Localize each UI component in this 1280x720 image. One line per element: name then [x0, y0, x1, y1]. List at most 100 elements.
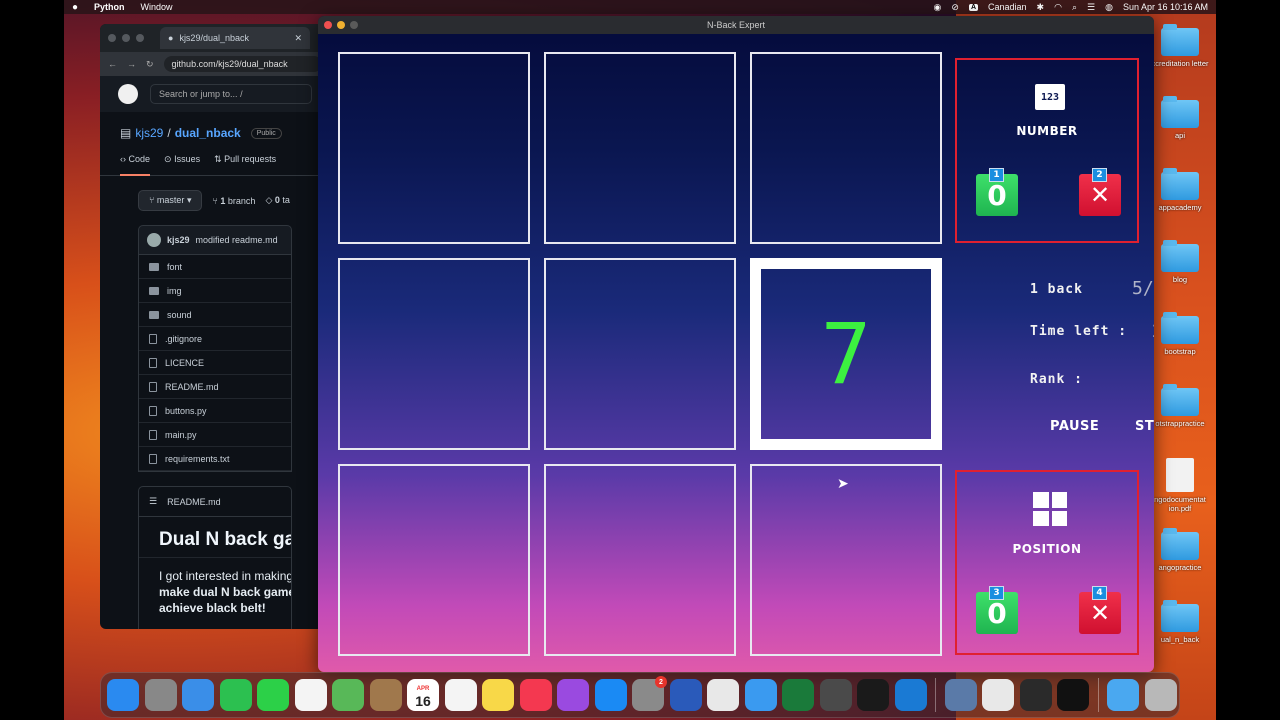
input-source-label[interactable]: Canadian	[988, 2, 1027, 12]
menu-app-name[interactable]: Python	[94, 2, 125, 12]
game-zoom-button[interactable]	[350, 21, 358, 29]
file-name[interactable]: buttons.py	[165, 406, 207, 416]
address-bar[interactable]: github.com/kjs29/dual_nback	[163, 56, 322, 72]
commit-author[interactable]: kjs29	[167, 235, 190, 245]
table-row[interactable]: font	[139, 255, 291, 279]
desktop-item[interactable]: ngodocumentat ion.pdf	[1148, 454, 1212, 526]
file-name[interactable]: main.py	[165, 430, 197, 440]
dock-launchpad-icon[interactable]	[144, 679, 177, 711]
desktop-item[interactable]: appacademy	[1148, 166, 1212, 238]
dock-mail-icon[interactable]	[182, 679, 214, 711]
tags-link[interactable]: ◇ 0 ta	[265, 195, 289, 206]
desktop-item[interactable]: bootstrap	[1148, 310, 1212, 382]
dock-acrobat-icon[interactable]	[982, 679, 1014, 711]
siri-icon[interactable]: ◍	[1105, 2, 1113, 13]
game-minimize-button[interactable]	[337, 21, 345, 29]
number-nomatch-button[interactable]: 2 ✕	[1079, 168, 1121, 216]
file-name[interactable]: .gitignore	[165, 334, 202, 344]
branch-select-button[interactable]: ⑂ master ▾	[138, 190, 203, 211]
control-center-icon[interactable]: ☰	[1087, 2, 1095, 13]
number-match-button[interactable]: 1 0	[976, 168, 1018, 216]
file-name[interactable]: requirements.txt	[165, 454, 230, 464]
table-row[interactable]: requirements.txt	[139, 447, 291, 471]
dock-photos-icon[interactable]	[294, 679, 327, 711]
bluetooth-icon[interactable]: ✱	[1037, 2, 1045, 13]
dock-calculator-icon[interactable]	[819, 679, 852, 711]
desktop-item[interactable]: ccreditation letter	[1148, 22, 1212, 94]
dock-maps-icon[interactable]	[332, 679, 364, 711]
reload-icon[interactable]: ↻	[146, 59, 154, 70]
table-row[interactable]: LICENCE	[139, 351, 291, 375]
dock-trash-icon[interactable]	[1144, 679, 1177, 711]
table-row[interactable]: README.md	[139, 375, 291, 399]
menu-clock[interactable]: Sun Apr 16 10:16 AM	[1123, 2, 1208, 12]
table-row[interactable]: sound	[139, 303, 291, 327]
desktop-item[interactable]: otstrappractice	[1148, 382, 1212, 454]
dock-quicktime-icon[interactable]	[1019, 679, 1052, 711]
tab-pull-requests[interactable]: ⇅ Pull requests	[214, 154, 276, 175]
search-icon[interactable]: ⌕	[1072, 2, 1077, 13]
dock-terminal-icon[interactable]	[857, 679, 889, 711]
dock-vscode-icon[interactable]	[894, 679, 927, 711]
dock-safari-icon[interactable]	[744, 679, 777, 711]
table-row[interactable]: .gitignore	[139, 327, 291, 351]
github-logo-icon[interactable]	[118, 84, 138, 104]
dock-word-icon[interactable]	[669, 679, 702, 711]
stop-button[interactable]: STOP	[1135, 419, 1154, 434]
timer-icon[interactable]: ⊘	[951, 2, 959, 13]
dock-app-store-icon[interactable]	[594, 679, 627, 711]
window-minimize-button[interactable]	[122, 34, 130, 42]
branches-link[interactable]: ⑂ 1 branch	[212, 196, 255, 206]
file-name[interactable]: LICENCE	[165, 358, 204, 368]
tab-code[interactable]: ‹› Code	[120, 154, 151, 176]
table-row[interactable]: img	[139, 279, 291, 303]
table-row[interactable]: main.py	[139, 423, 291, 447]
desktop-item[interactable]: api	[1148, 94, 1212, 166]
repo-owner-link[interactable]: kjs29	[135, 126, 163, 140]
file-name[interactable]: img	[167, 286, 182, 296]
github-search-input[interactable]: Search or jump to... /	[150, 84, 312, 104]
desktop-item[interactable]: ual_n_back	[1148, 598, 1212, 670]
dock-reminders-icon[interactable]	[444, 679, 477, 711]
tab-issues[interactable]: ⊙ Issues	[164, 154, 200, 175]
dock-finder-icon[interactable]	[107, 679, 139, 711]
dock-downloads-folder-icon[interactable]	[1107, 679, 1139, 711]
file-name[interactable]: sound	[167, 310, 192, 320]
input-source-icon[interactable]: A	[968, 3, 979, 11]
menu-window[interactable]: Window	[141, 2, 173, 12]
table-row[interactable]: buttons.py	[139, 399, 291, 423]
apple-icon[interactable]: ●	[72, 2, 78, 13]
back-icon[interactable]: ←	[108, 59, 117, 69]
avatar[interactable]	[147, 233, 161, 247]
close-tab-icon[interactable]: ✕	[294, 33, 302, 44]
file-name[interactable]: font	[167, 262, 182, 272]
commit-message[interactable]: modified readme.md	[196, 235, 278, 245]
browser-tab[interactable]: ● kjs29/dual_nback ✕	[160, 27, 310, 49]
record-icon[interactable]: ◉	[934, 2, 942, 13]
dock-preview-icon[interactable]	[944, 679, 977, 711]
wifi-icon[interactable]: ◠	[1054, 2, 1062, 13]
game-close-button[interactable]	[324, 21, 332, 29]
dock-notes-icon[interactable]	[482, 679, 514, 711]
dock-music-icon[interactable]	[519, 679, 552, 711]
repo-name-link[interactable]: dual_nback	[175, 126, 241, 140]
pause-button[interactable]: PAUSE	[1050, 419, 1099, 434]
dock-calendar-icon[interactable]: APR 16	[407, 679, 439, 711]
dock-contacts-icon[interactable]	[369, 679, 402, 711]
dock-chrome-icon[interactable]	[707, 679, 739, 711]
window-zoom-button[interactable]	[136, 34, 144, 42]
dock-excel-icon[interactable]	[782, 679, 814, 711]
desktop-item[interactable]: blog	[1148, 238, 1212, 310]
dock-messages-icon[interactable]	[257, 679, 289, 711]
window-close-button[interactable]	[108, 34, 116, 42]
dock-netflix-icon[interactable]	[1057, 679, 1089, 711]
list-icon[interactable]: ☰	[149, 496, 157, 507]
dock-system-settings-icon[interactable]: 2	[632, 676, 667, 711]
desktop-item[interactable]: angopractice	[1148, 526, 1212, 598]
dock-podcasts-icon[interactable]	[557, 679, 589, 711]
file-name[interactable]: README.md	[165, 382, 219, 392]
position-match-button[interactable]: 3 0	[976, 586, 1018, 634]
forward-icon[interactable]: →	[127, 59, 136, 69]
position-nomatch-button[interactable]: 4 ✕	[1079, 586, 1121, 634]
dock-facetime-icon[interactable]	[219, 679, 252, 711]
